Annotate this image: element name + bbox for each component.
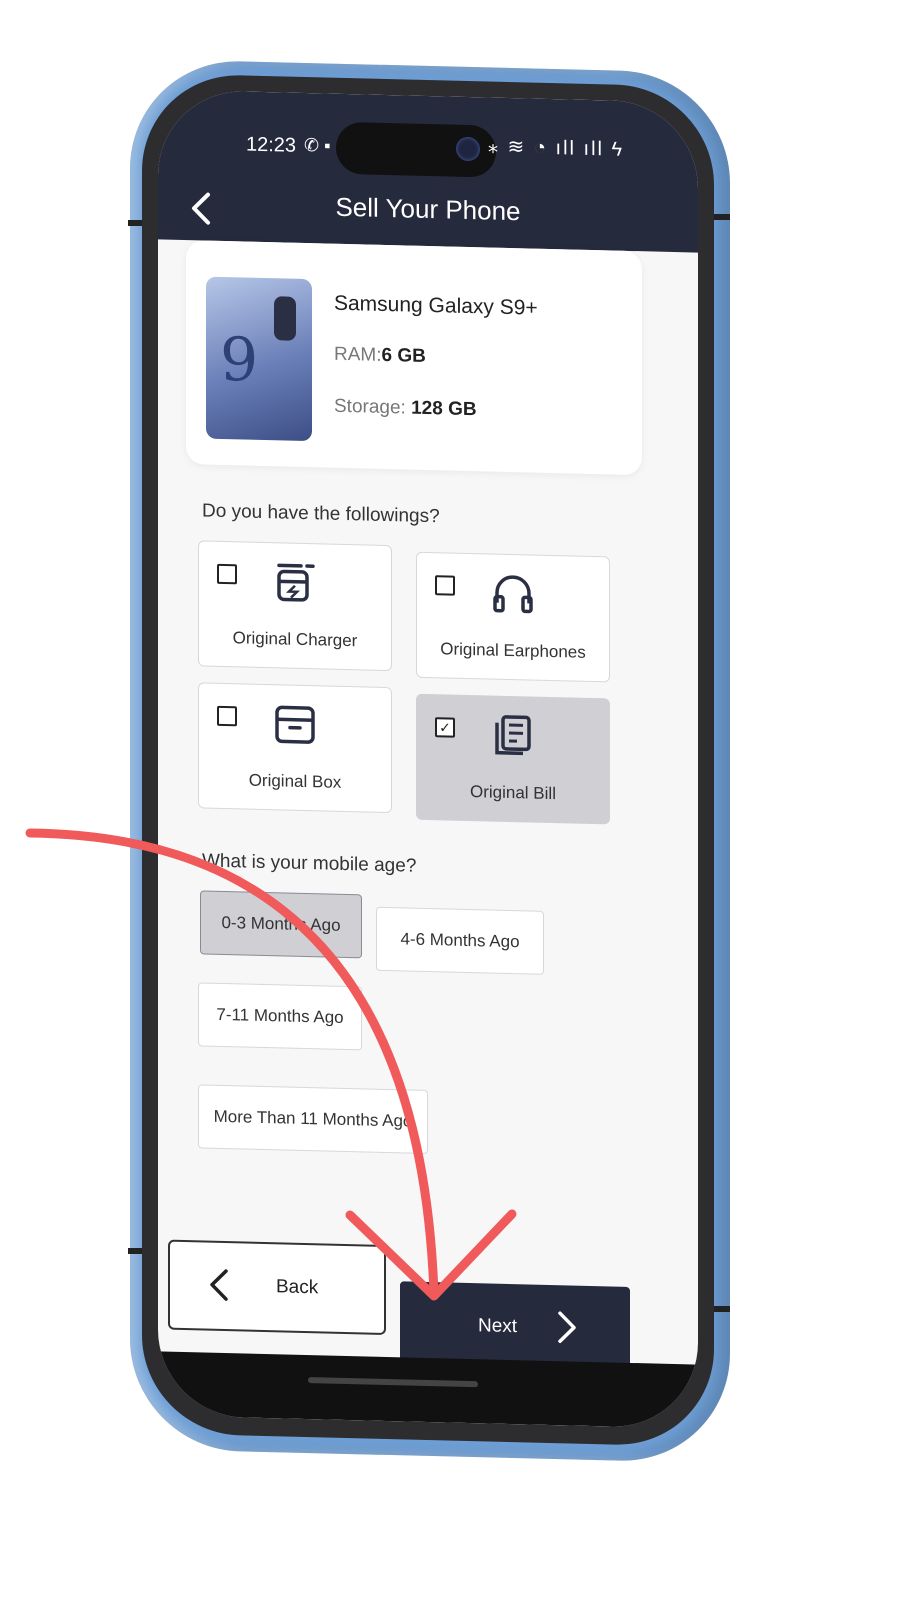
product-image: 9 (206, 276, 312, 442)
product-camera-module (274, 296, 296, 341)
option-original-box[interactable]: Original Box (198, 682, 392, 814)
status-time: 12:23 (246, 133, 297, 157)
checkbox-checked[interactable]: ✓ (435, 717, 455, 738)
option-original-charger[interactable]: Original Charger (198, 540, 392, 672)
checkbox[interactable] (217, 563, 237, 585)
accessories-question: Do you have the followings? (202, 500, 440, 528)
charger-icon (277, 563, 315, 602)
product-image-glyph: 9 (220, 324, 259, 396)
product-card: 9 Samsung Galaxy S9+ RAM:6 GB Storage: 1… (186, 240, 642, 476)
age-option-7-11[interactable]: 7-11 Months Ago (198, 982, 362, 1051)
option-label: Original Charger (232, 628, 358, 651)
storage-label: Storage: (334, 395, 406, 419)
age-option-more-than-11[interactable]: More Than 11 Months Ago (198, 1084, 428, 1154)
next-button-label: Next (478, 1315, 518, 1338)
phone-screen: 12:23 ✆ ▪ ⁎ ≋ ◔ ıll ıll ϟ Sell Your Phon… (158, 89, 698, 1429)
back-button[interactable]: Back (168, 1239, 386, 1335)
checkbox[interactable] (217, 705, 237, 727)
front-camera (456, 136, 480, 162)
option-label: Original Bill (470, 782, 556, 804)
ram-value: 6 GB (381, 344, 426, 367)
storage-value: 128 GB (411, 397, 477, 421)
chevron-left-icon (210, 1269, 228, 1301)
bill-icon (495, 715, 531, 756)
ram-spec: RAM:6 GB (334, 344, 426, 368)
age-question: What is your mobile age? (202, 850, 417, 877)
age-option-0-3[interactable]: 0-3 Months Ago (200, 890, 362, 959)
status-right-icons: ⁎ ≋ ◔ ıll ıll ϟ (488, 135, 625, 161)
checkbox[interactable] (435, 575, 455, 596)
home-bar-area (158, 1351, 698, 1429)
chevron-right-icon (558, 1311, 576, 1343)
status-left-icons: ✆ ▪ (304, 134, 331, 156)
storage-spec: Storage: 128 GB (334, 396, 477, 421)
back-button-label: Back (276, 1276, 319, 1299)
age-option-4-6[interactable]: 4-6 Months Ago (376, 906, 544, 975)
option-label: Original Earphones (440, 639, 586, 662)
option-label: Original Box (248, 770, 342, 792)
option-original-earphones[interactable]: Original Earphones (416, 551, 610, 683)
product-name: Samsung Galaxy S9+ (334, 291, 538, 320)
box-icon (275, 705, 315, 744)
ram-label: RAM: (334, 343, 382, 366)
option-original-bill[interactable]: ✓ Original Bill (416, 693, 610, 825)
headphones-icon (493, 575, 533, 614)
